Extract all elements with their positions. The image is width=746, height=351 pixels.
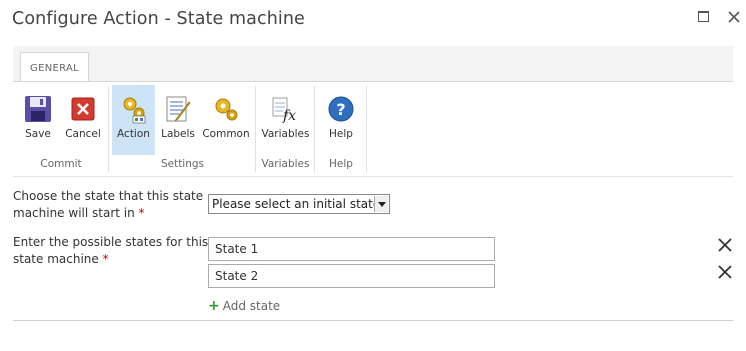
variables-button[interactable]: fx Variables <box>259 85 312 155</box>
group-label-help: Help <box>329 158 353 170</box>
required-mark: * <box>102 252 109 266</box>
save-button[interactable]: Save <box>17 85 59 155</box>
close-icon <box>718 238 732 252</box>
help-icon: ? <box>328 96 354 122</box>
cancel-icon <box>71 97 95 121</box>
labels-icon <box>166 96 191 122</box>
initial-state-select[interactable]: Please select an initial state <box>208 194 390 214</box>
help-button[interactable]: ? Help <box>319 85 363 155</box>
group-label-settings: Settings <box>160 158 205 170</box>
ribbon-group-commit: Save Cancel Commit <box>13 82 109 176</box>
group-label-variables: Variables <box>261 158 310 170</box>
required-mark: * <box>138 206 145 220</box>
close-icon <box>728 11 740 23</box>
action-button[interactable]: Action <box>112 85 155 155</box>
ribbon: Save Cancel Commit Action Labels Common … <box>13 81 733 177</box>
ribbon-group-settings: Action Labels Common Settings <box>109 82 256 176</box>
initial-state-label: Choose the state that this state machine… <box>13 188 213 222</box>
svg-text:?: ? <box>336 100 345 119</box>
state-input[interactable] <box>208 237 495 261</box>
maximize-button[interactable] <box>695 8 713 26</box>
cancel-button[interactable]: Cancel <box>61 85 105 155</box>
cancel-label: Cancel <box>65 128 101 140</box>
action-gears-icon <box>123 97 145 124</box>
help-label: Help <box>329 128 353 140</box>
common-label: Common <box>202 128 250 140</box>
states-label: Enter the possible states for this state… <box>13 234 213 268</box>
remove-state-button[interactable] <box>717 237 733 253</box>
common-gears-icon <box>215 98 238 121</box>
initial-state-label-text: Choose the state that this state machine… <box>13 189 204 220</box>
variables-fx-icon: fx <box>272 97 296 124</box>
remove-state-button[interactable] <box>717 264 733 280</box>
save-icon <box>25 96 51 122</box>
group-label-commit: Commit <box>40 158 82 170</box>
plus-icon: + <box>208 298 220 314</box>
chevron-down-icon[interactable] <box>374 196 388 212</box>
close-dialog-button[interactable] <box>725 8 743 26</box>
ribbon-tab-strip: GENERAL <box>13 46 733 82</box>
common-button[interactable]: Common <box>201 85 251 155</box>
labels-label: Labels <box>161 128 195 140</box>
states-label-text: Enter the possible states for this state… <box>13 235 209 266</box>
tab-general[interactable]: GENERAL <box>20 52 89 82</box>
maximize-icon <box>698 11 709 22</box>
state-input[interactable] <box>208 264 495 288</box>
add-state-link[interactable]: + Add state <box>208 298 280 314</box>
initial-state-select-value: Please select an initial state <box>212 197 381 211</box>
dialog-title: Configure Action - State machine <box>12 9 305 29</box>
variables-label: Variables <box>261 128 310 140</box>
add-state-label: Add state <box>222 299 281 313</box>
save-label: Save <box>25 128 51 140</box>
labels-button[interactable]: Labels <box>157 85 199 155</box>
ribbon-group-help: ? Help Help <box>315 82 367 176</box>
action-label: Action <box>117 128 150 140</box>
divider <box>13 320 733 321</box>
close-icon <box>718 265 732 279</box>
svg-text:fx: fx <box>282 108 296 124</box>
ribbon-group-variables: fx Variables Variables <box>256 82 315 176</box>
